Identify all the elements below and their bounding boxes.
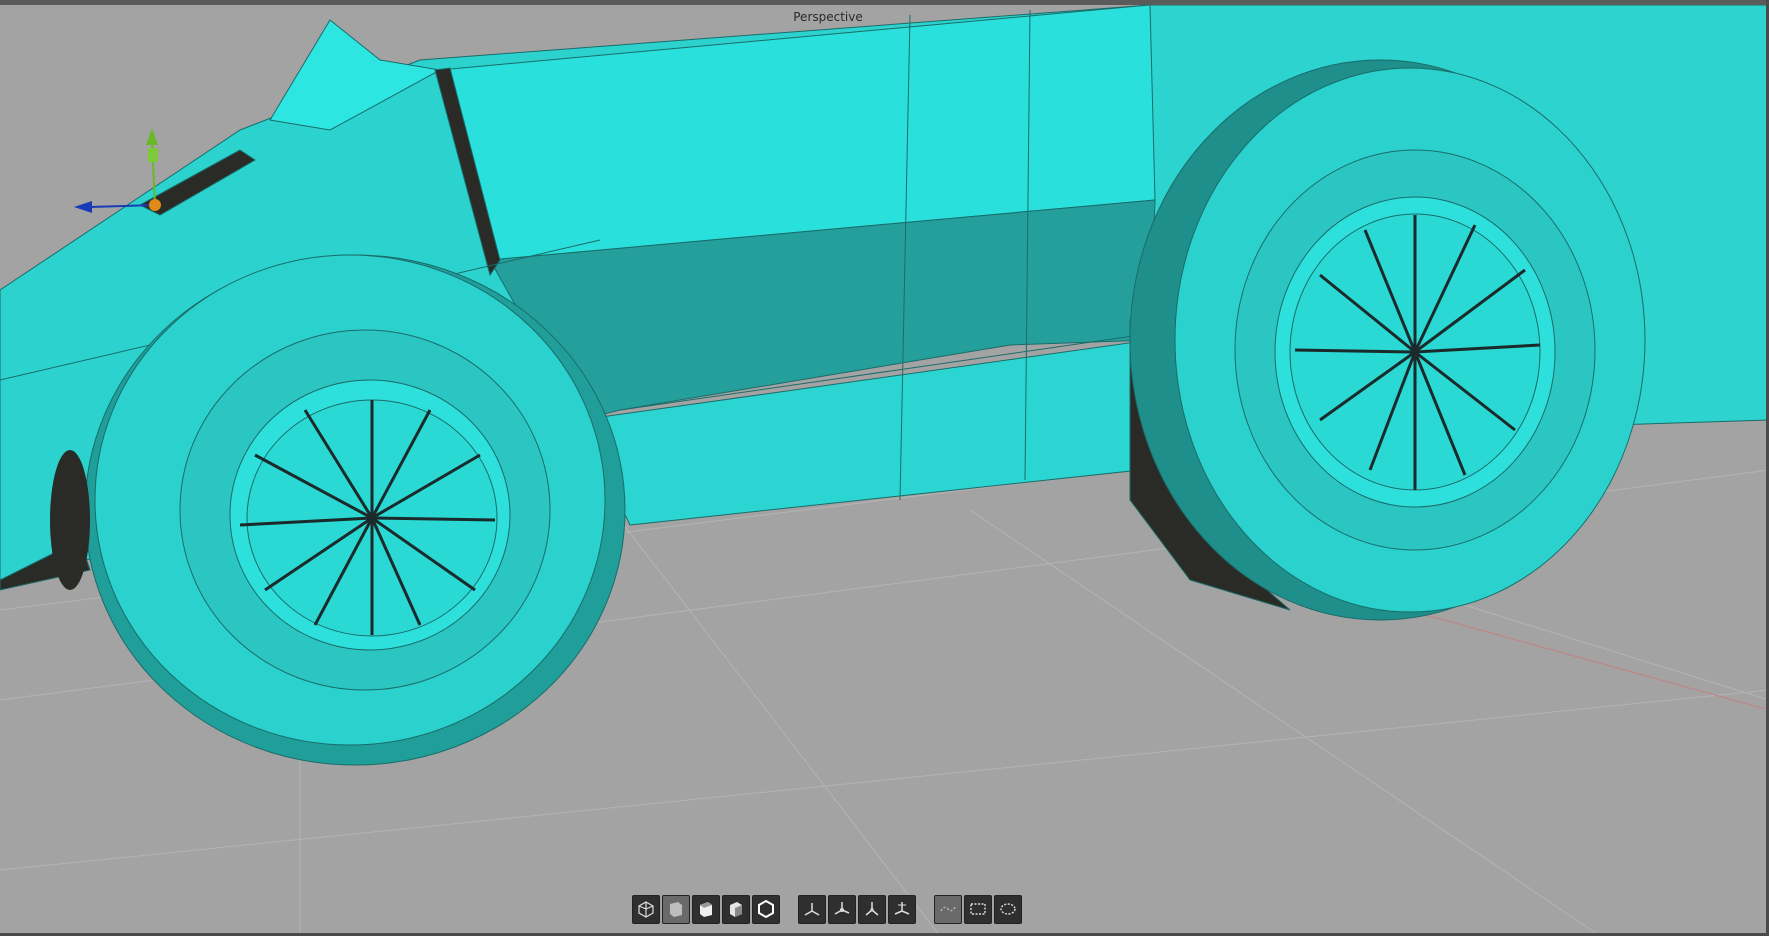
axis-view-icon — [894, 902, 910, 915]
viewport-label: Perspective — [793, 10, 863, 24]
y-axis-arrow-icon — [146, 128, 158, 145]
solid-mode-button[interactable] — [692, 894, 720, 924]
axis-screen-icon — [865, 902, 879, 916]
axis-local-icon — [834, 902, 850, 915]
viewport-toolbar — [632, 893, 1022, 925]
axis-mode-group — [798, 894, 916, 924]
scene-canvas[interactable] — [0, 5, 1769, 936]
x-axis-arrow-icon — [74, 201, 92, 213]
wireframe-mode-button[interactable] — [632, 894, 660, 924]
ellipse-select-button[interactable] — [994, 894, 1022, 924]
textured-mode-icon — [730, 902, 742, 917]
rect-select-icon — [970, 903, 986, 915]
axis-view-button[interactable] — [888, 894, 916, 924]
axis-world-icon — [804, 903, 820, 916]
shaded-mode-icon — [670, 902, 682, 917]
solid-mode-icon — [700, 902, 712, 917]
shaded-mode-button[interactable] — [662, 894, 690, 924]
hexagon-mode-button[interactable] — [752, 894, 780, 924]
pivot-point-icon — [149, 199, 161, 211]
wireframe-mode-icon — [638, 901, 654, 918]
axis-local-button[interactable] — [828, 894, 856, 924]
ellipse-select-icon — [1000, 903, 1016, 915]
axis-world-button[interactable] — [798, 894, 826, 924]
hexagon-mode-icon — [758, 899, 774, 919]
3d-viewport[interactable]: Perspective — [0, 5, 1769, 936]
display-mode-group — [632, 894, 780, 924]
lasso-select-button[interactable] — [934, 894, 962, 924]
selection-mode-group — [934, 894, 1022, 924]
rear-wheel-mesh — [1129, 59, 1646, 621]
lasso-select-icon — [940, 906, 956, 912]
axis-screen-button[interactable] — [858, 894, 886, 924]
textured-mode-button[interactable] — [722, 894, 750, 924]
rect-select-button[interactable] — [964, 894, 992, 924]
